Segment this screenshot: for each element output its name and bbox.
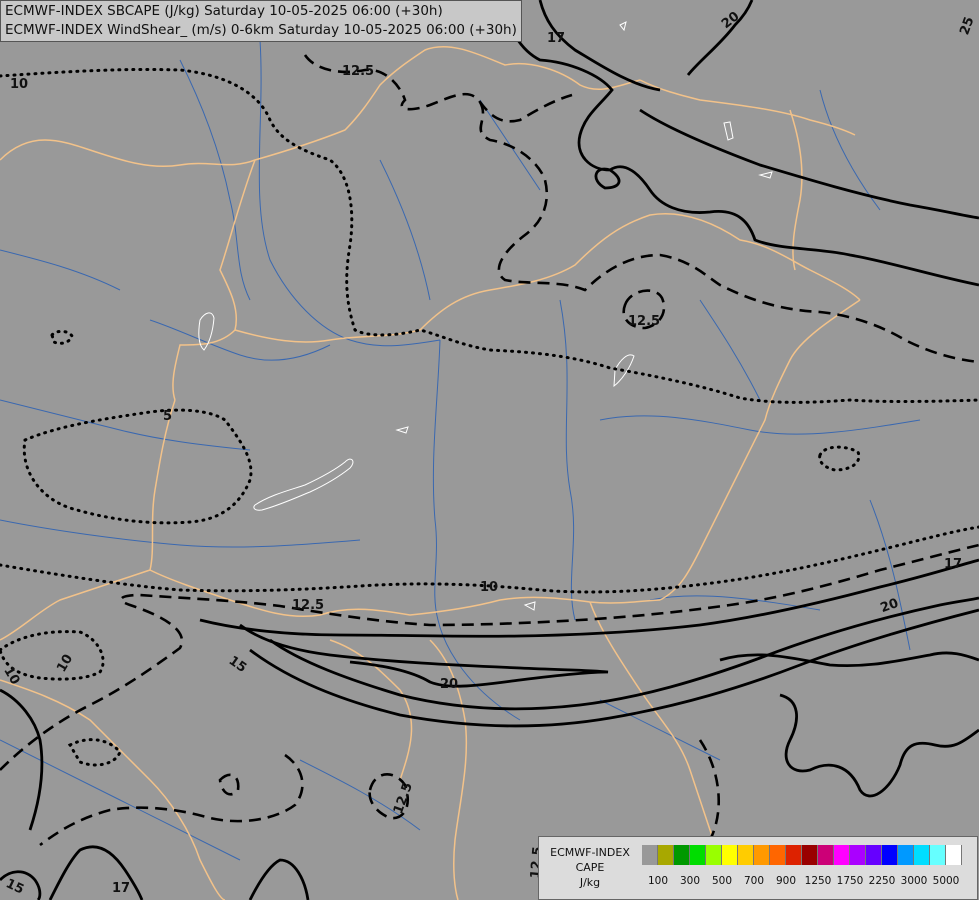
legend-swatch — [882, 845, 898, 865]
sbcape-title: ECMWF-INDEX SBCAPE (J/kg) Saturday 10-05… — [5, 3, 443, 19]
cape-legend: ECMWF-INDEX CAPE J/kg 100 300 500 700 900 125… — [538, 836, 978, 900]
legend-tick-label: 700 — [743, 875, 765, 887]
weather-map: 10 12.5 17 20 25 12.5 5 10 12.5 17 20 15… — [0, 0, 979, 900]
legend-tick-label: 3000 — [900, 875, 928, 887]
legend-swatch — [642, 845, 658, 865]
contour-label: 17 — [944, 557, 962, 572]
legend-swatch — [834, 845, 850, 865]
legend-swatch — [802, 845, 818, 865]
contour-label: 5 — [163, 409, 172, 424]
contour-label: 12.5 — [292, 598, 324, 613]
contour-label: 10 — [10, 77, 28, 92]
legend-color-bar — [642, 845, 962, 865]
legend-title: ECMWF-INDEX CAPE J/kg — [545, 845, 635, 890]
legend-tick-label: 300 — [679, 875, 701, 887]
legend-swatch — [850, 845, 866, 865]
contour-label: 17 — [547, 31, 565, 46]
legend-title-line2: CAPE — [575, 861, 605, 874]
contour-label: 17 — [112, 881, 130, 896]
legend-ticks: 100 300 500 700 900 1250 1750 2250 3000 5000 — [642, 875, 972, 889]
legend-swatch — [658, 845, 674, 865]
legend-swatch — [786, 845, 802, 865]
legend-swatch — [770, 845, 786, 865]
legend-swatch — [738, 845, 754, 865]
legend-tick-label: 1750 — [836, 875, 864, 887]
legend-title-line3: J/kg — [579, 876, 601, 889]
legend-tick-label: 1250 — [804, 875, 832, 887]
legend-swatch — [866, 845, 882, 865]
map-title-box: ECMWF-INDEX SBCAPE (J/kg) Saturday 10-05… — [0, 0, 522, 42]
contour-label: 12.5 — [628, 314, 660, 329]
legend-tick-label: 900 — [775, 875, 797, 887]
legend-swatch — [722, 845, 738, 865]
legend-swatch — [930, 845, 946, 865]
windshear-title: ECMWF-INDEX WindShear_ (m/s) 0-6km Satur… — [5, 22, 517, 38]
contour-label: 20 — [440, 677, 458, 692]
legend-swatch — [690, 845, 706, 865]
legend-tick-label: 100 — [647, 875, 669, 887]
legend-swatch — [946, 845, 962, 865]
legend-swatch — [706, 845, 722, 865]
legend-title-line1: ECMWF-INDEX — [550, 846, 630, 859]
legend-tick-label: 500 — [711, 875, 733, 887]
legend-tick-label: 5000 — [932, 875, 960, 887]
legend-swatch — [674, 845, 690, 865]
legend-swatch — [914, 845, 930, 865]
legend-tick-label: 2250 — [868, 875, 896, 887]
contour-label: 12.5 — [342, 64, 374, 79]
legend-swatch — [898, 845, 914, 865]
contour-label: 10 — [480, 580, 498, 595]
legend-swatch — [818, 845, 834, 865]
legend-swatch — [754, 845, 770, 865]
